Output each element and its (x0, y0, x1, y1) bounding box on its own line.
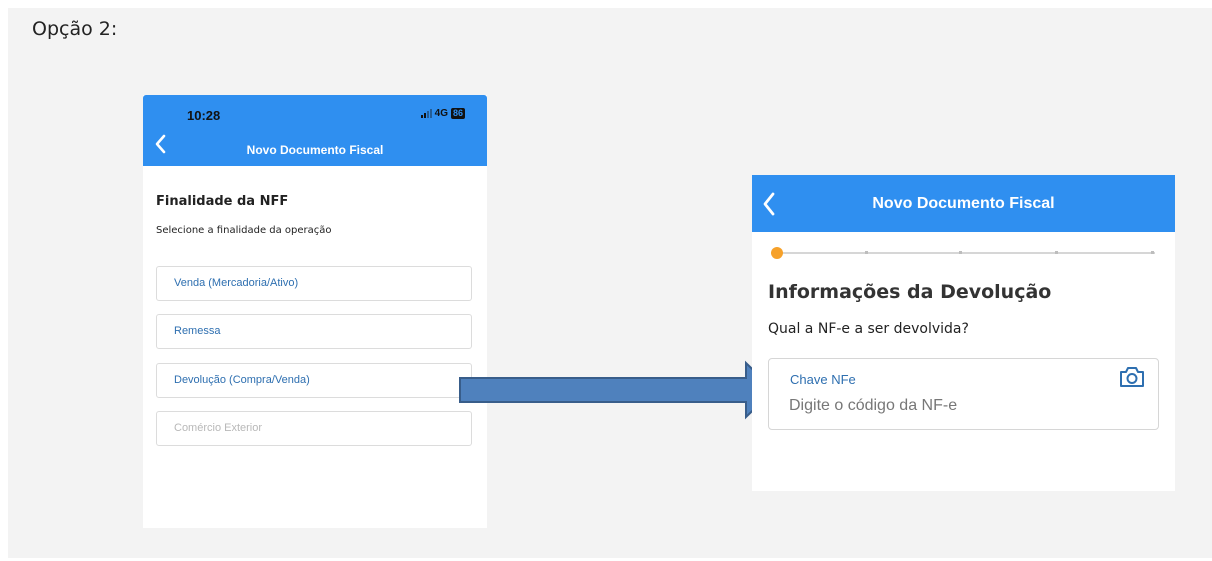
section-heading: Finalidade da NFF (156, 194, 289, 209)
option-devolucao[interactable]: Devolução (Compra/Venda) (156, 363, 472, 398)
app-header: Novo Documento Fiscal (752, 175, 1175, 232)
progress-track (774, 252, 1155, 254)
progress-step (1055, 251, 1058, 254)
progress-current-dot (771, 247, 783, 259)
page-label: Opção 2: (32, 18, 118, 40)
progress-step (1151, 251, 1154, 254)
status-bar-right: 4G 86 (420, 108, 465, 119)
section-question: Qual a NF-e a ser devolvida? (768, 321, 969, 337)
option-venda[interactable]: Venda (Mercadoria/Ativo) (156, 266, 472, 301)
battery-icon: 86 (450, 108, 465, 119)
arrow-right-icon (459, 360, 776, 420)
option-remessa[interactable]: Remessa (156, 314, 472, 349)
app-header: 10:28 4G 86 Novo Documento Fiscal (143, 95, 487, 166)
progress-step (959, 251, 962, 254)
header-title: Novo Documento Fiscal (246, 143, 384, 157)
chave-nfe-input[interactable] (789, 397, 1109, 415)
header-title: Novo Documento Fiscal (872, 195, 1055, 212)
option-comercio-exterior: Comércio Exterior (156, 411, 472, 446)
field-label: Chave NFe (790, 372, 856, 387)
network-label: 4G (434, 108, 448, 119)
phone-screen-finalidade: 10:28 4G 86 Novo Documento Fiscal Finali… (143, 95, 487, 528)
camera-icon[interactable] (1118, 366, 1146, 388)
signal-icon (420, 108, 432, 118)
status-time: 10:28 (187, 108, 221, 123)
section-heading: Informações da Devolução (768, 281, 1052, 303)
section-subtitle: Selecione a finalidade da operação (156, 225, 332, 236)
phone-screen-devolucao: Novo Documento Fiscal Informações da Dev… (752, 175, 1175, 491)
progress-step (865, 251, 868, 254)
chave-nfe-field[interactable]: Chave NFe (768, 358, 1159, 430)
